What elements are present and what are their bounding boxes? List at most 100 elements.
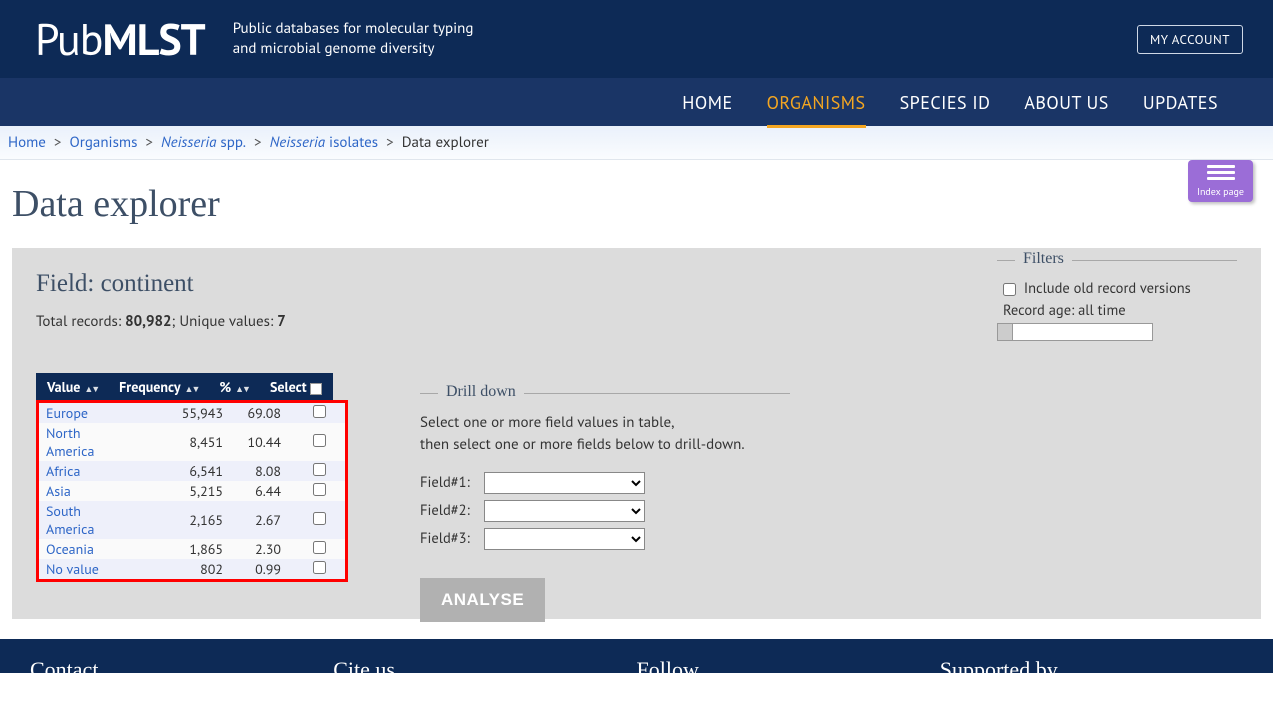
- sort-icon: ▲▼: [185, 384, 199, 395]
- cell-value[interactable]: Africa: [39, 461, 139, 481]
- cell-percent: 2.67: [235, 501, 293, 539]
- cell-value[interactable]: South America: [39, 501, 139, 539]
- nav-organisms[interactable]: ORGANISMS: [767, 91, 866, 128]
- data-table-body: Europe55,94369.08North America8,45110.44…: [39, 403, 345, 579]
- col-percent[interactable]: %▲▼: [209, 374, 260, 401]
- breadcrumb-neisseria-isolates[interactable]: Neisseria isolates: [270, 133, 379, 152]
- col-frequency[interactable]: Frequency▲▼: [109, 374, 209, 401]
- tagline: Public databases for molecular typing an…: [233, 19, 474, 60]
- total-records-value: 80,982: [125, 312, 171, 331]
- cell-select: [293, 559, 345, 579]
- breadcrumb-sep: >: [145, 133, 153, 152]
- nav-home[interactable]: HOME: [682, 91, 732, 114]
- cell-frequency: 1,865: [139, 539, 235, 559]
- cell-value[interactable]: No value: [39, 559, 139, 579]
- logo[interactable]: PubMLST: [35, 11, 205, 68]
- breadcrumb-neisseria-spp[interactable]: Neisseria spp.: [161, 133, 246, 152]
- cell-frequency: 55,943: [139, 403, 235, 423]
- cell-value[interactable]: Oceania: [39, 539, 139, 559]
- cell-percent: 6.44: [235, 481, 293, 501]
- cell-percent: 2.30: [235, 539, 293, 559]
- record-age-input[interactable]: [997, 323, 1237, 341]
- row-select-checkbox[interactable]: [313, 541, 326, 554]
- include-old-checkbox[interactable]: [1003, 283, 1016, 296]
- drilldown-instructions: Select one or more field values in table…: [420, 412, 790, 456]
- cell-frequency: 5,215: [139, 481, 235, 501]
- cell-value[interactable]: Asia: [39, 481, 139, 501]
- row-select-checkbox[interactable]: [313, 483, 326, 496]
- index-page-label: Index page: [1197, 185, 1244, 198]
- cell-percent: 0.99: [235, 559, 293, 579]
- footer-cite: Cite us: [333, 657, 636, 673]
- row-select-checkbox[interactable]: [313, 405, 326, 418]
- record-age-label: Record age: all time: [1003, 301, 1237, 320]
- sort-icon: ▲▼: [235, 384, 249, 395]
- col-select[interactable]: Select: [259, 374, 332, 401]
- cell-frequency: 802: [139, 559, 235, 579]
- my-account-button[interactable]: MY ACCOUNT: [1137, 25, 1243, 54]
- breadcrumb-sep: >: [386, 133, 394, 152]
- breadcrumb-current: Data explorer: [402, 133, 489, 152]
- field3-label: Field#3:: [420, 529, 478, 548]
- sort-icon: ▲▼: [84, 384, 98, 395]
- nav-updates[interactable]: UPDATES: [1143, 91, 1218, 114]
- cell-select: [293, 461, 345, 481]
- table-row: Europe55,94369.08: [39, 403, 345, 423]
- logo-bold: MLST: [103, 11, 205, 68]
- field1-label: Field#1:: [420, 473, 478, 492]
- table-row: No value8020.99: [39, 559, 345, 579]
- breadcrumb-home[interactable]: Home: [8, 133, 46, 152]
- footer-contact: Contact: [30, 657, 333, 673]
- cell-value[interactable]: North America: [39, 423, 139, 461]
- breadcrumb-organisms[interactable]: Organisms: [70, 133, 138, 152]
- cell-frequency: 6,541: [139, 461, 235, 481]
- field2-label: Field#2:: [420, 501, 478, 520]
- unique-values-value: 7: [277, 312, 286, 331]
- field2-row: Field#2:: [420, 500, 790, 522]
- nav-about-us[interactable]: ABOUT US: [1024, 91, 1108, 114]
- cell-percent: 10.44: [235, 423, 293, 461]
- include-old-label: Include old record versions: [1024, 279, 1191, 298]
- field2-select[interactable]: [484, 500, 645, 522]
- main-panel: Field: continent Total records: 80,982; …: [12, 248, 1261, 619]
- row-select-checkbox[interactable]: [313, 463, 326, 476]
- drilldown-section: Drill down Select one or more field valu…: [420, 393, 790, 622]
- table-row: Asia5,2156.44: [39, 481, 345, 501]
- col-value[interactable]: Value▲▼: [37, 374, 109, 401]
- list-icon: [1207, 165, 1235, 183]
- cell-value[interactable]: Europe: [39, 403, 139, 423]
- analyse-button[interactable]: ANALYSE: [420, 578, 545, 622]
- tagline-line1: Public databases for molecular typing: [233, 19, 474, 39]
- nav-bar: HOME ORGANISMS SPECIES ID ABOUT US UPDAT…: [0, 78, 1273, 126]
- row-select-checkbox[interactable]: [313, 434, 326, 447]
- record-age-field[interactable]: [1013, 323, 1153, 341]
- field1-select[interactable]: [484, 472, 645, 494]
- filters-legend: Filters: [997, 260, 1237, 261]
- footer: Contact Cite us Follow Supported by: [0, 639, 1273, 673]
- row-select-checkbox[interactable]: [313, 512, 326, 525]
- cell-select: [293, 403, 345, 423]
- cell-select: [293, 501, 345, 539]
- logo-prefix: Pub: [35, 11, 103, 68]
- page-title: Data explorer: [12, 182, 1273, 226]
- footer-follow: Follow: [637, 657, 940, 673]
- table-row: Africa6,5418.08: [39, 461, 345, 481]
- top-header: PubMLST Public databases for molecular t…: [0, 0, 1273, 78]
- row-select-checkbox[interactable]: [313, 561, 326, 574]
- footer-supported: Supported by: [940, 657, 1243, 673]
- cell-frequency: 8,451: [139, 423, 235, 461]
- select-all-checkbox[interactable]: [310, 383, 322, 395]
- field3-select[interactable]: [484, 528, 645, 550]
- breadcrumb-sep: >: [54, 133, 62, 152]
- index-page-widget[interactable]: Index page: [1188, 160, 1253, 202]
- cell-frequency: 2,165: [139, 501, 235, 539]
- slider-handle[interactable]: [997, 323, 1013, 341]
- nav-species-id[interactable]: SPECIES ID: [900, 91, 991, 114]
- field3-row: Field#3:: [420, 528, 790, 550]
- breadcrumb: Home > Organisms > Neisseria spp. > Neis…: [0, 126, 1273, 160]
- filters-section: Filters Include old record versions Reco…: [997, 260, 1237, 341]
- drilldown-legend: Drill down: [420, 393, 790, 394]
- table-row: Oceania1,8652.30: [39, 539, 345, 559]
- cell-percent: 69.08: [235, 403, 293, 423]
- table-row: South America2,1652.67: [39, 501, 345, 539]
